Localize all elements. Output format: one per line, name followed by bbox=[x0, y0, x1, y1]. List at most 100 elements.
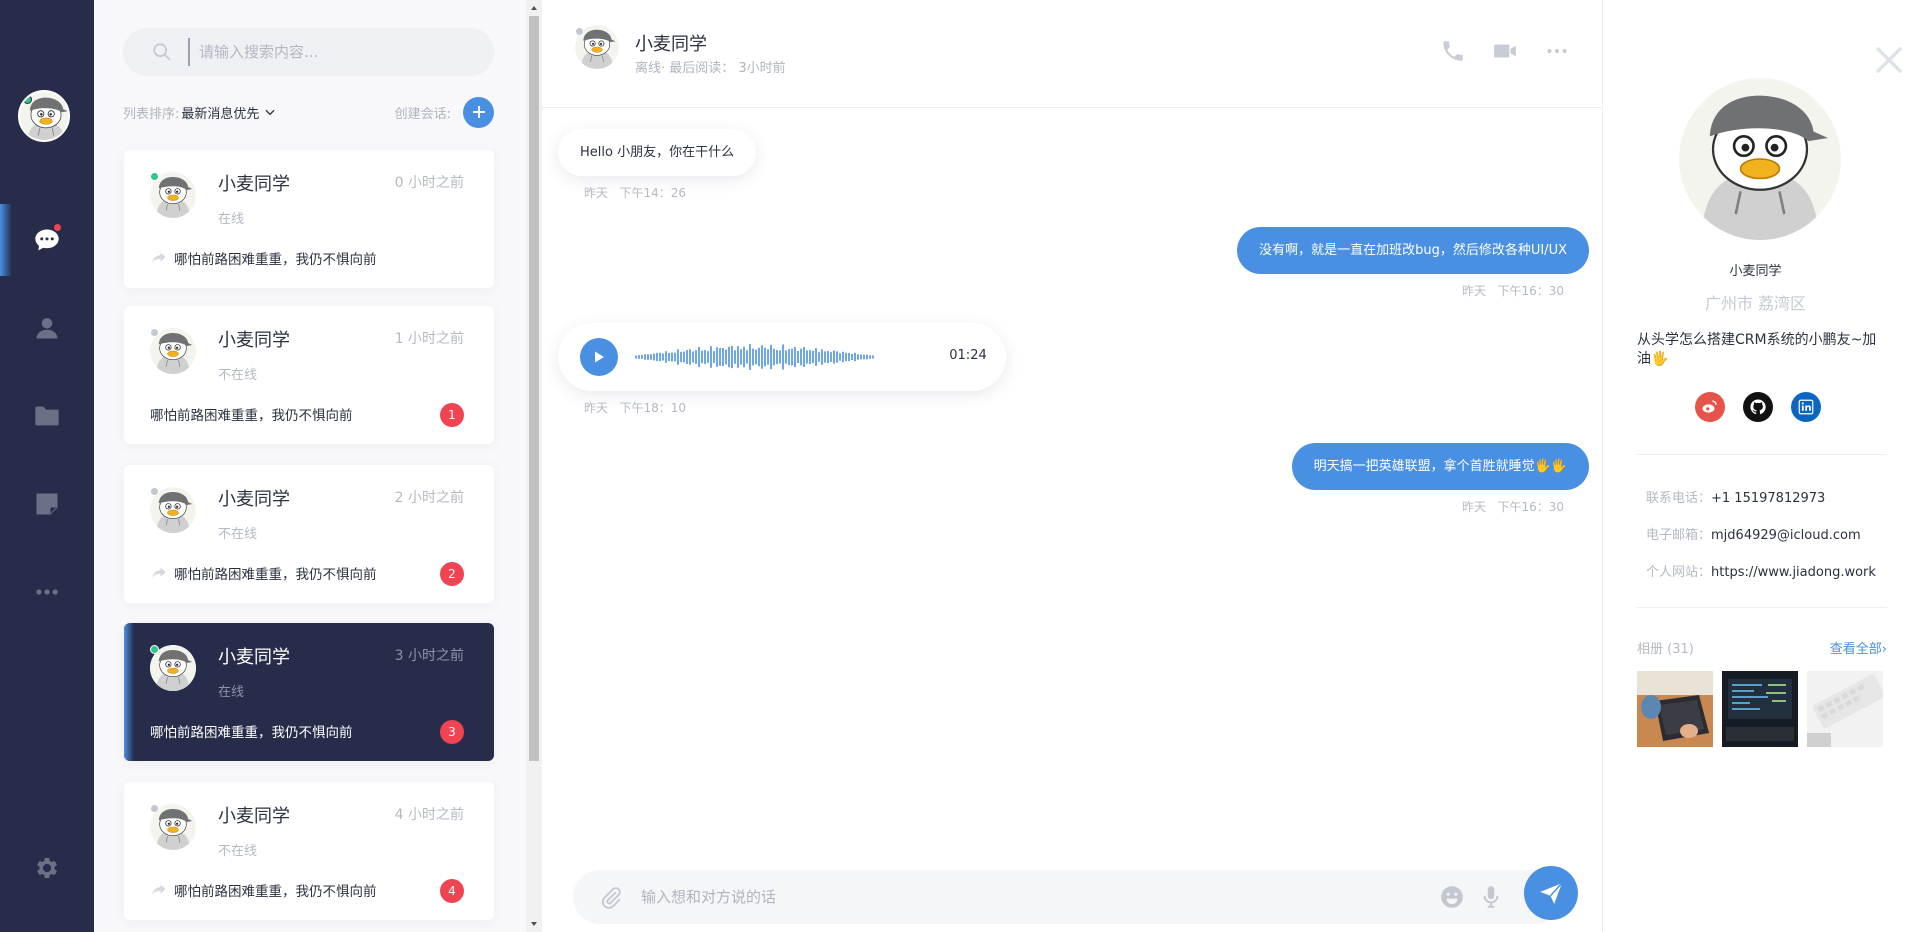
session-card[interactable]: 小麦同学 4 小时之前 不在线 哪怕前路困难重重，我仍不惧向前 4 bbox=[124, 782, 494, 920]
video-icon[interactable] bbox=[1492, 38, 1518, 64]
presence-indicator bbox=[150, 328, 159, 337]
album-photo[interactable] bbox=[1722, 671, 1798, 747]
presence-indicator bbox=[150, 645, 159, 654]
photo-monitor-image bbox=[1722, 671, 1798, 747]
nav-item-more[interactable] bbox=[0, 556, 94, 628]
chevron-down-icon[interactable] bbox=[263, 105, 277, 119]
phone-value[interactable]: +1 15197812973 bbox=[1711, 491, 1825, 506]
sort-dropdown[interactable]: 最新消息优先 bbox=[181, 103, 259, 122]
avatar-image bbox=[1679, 78, 1841, 240]
session-name: 小麦同学 bbox=[218, 330, 290, 351]
attachment-icon[interactable] bbox=[599, 886, 623, 910]
profile-panel: 小麦同学 广州市 荔湾区 从头学怎么搭建CRM系统的小鹏友~加油🖐 联系电话：+… bbox=[1603, 0, 1908, 932]
unread-badge: 1 bbox=[440, 403, 464, 427]
session-last-message: 哪怕前路困难重重，我仍不惧向前 bbox=[150, 880, 377, 900]
presence-indicator bbox=[150, 804, 159, 813]
session-last-message: 哪怕前路困难重重，我仍不惧向前 bbox=[150, 721, 353, 741]
more-icon[interactable] bbox=[1544, 38, 1570, 64]
folder-icon bbox=[35, 406, 59, 426]
album-thumbnails bbox=[1637, 671, 1883, 747]
session-time: 2 小时之前 bbox=[394, 490, 464, 506]
app-root: 列表排序: 最新消息优先 创建会话: 小麦同学 0 小时之前在线哪怕前路困难重重，… bbox=[0, 0, 1908, 932]
search-input[interactable] bbox=[199, 43, 459, 61]
emoji-icon[interactable] bbox=[1439, 884, 1465, 910]
session-last-message-text: 哪怕前路困难重重，我仍不惧向前 bbox=[150, 725, 353, 741]
session-card[interactable]: 小麦同学 2 小时之前 不在线 哪怕前路困难重重，我仍不惧向前 2 bbox=[124, 465, 494, 603]
more-icon bbox=[36, 589, 58, 595]
play-button[interactable] bbox=[580, 338, 618, 376]
send-button[interactable] bbox=[1524, 866, 1578, 920]
album-title: 相册 (31) bbox=[1637, 642, 1694, 657]
chat-header: 小麦同学 离线· 最后阅读： 3小时前 bbox=[542, 0, 1603, 108]
presence-indicator bbox=[150, 172, 159, 181]
chat-contact-status: 离线· 最后阅读： 3小时前 bbox=[635, 61, 786, 76]
session-status: 不在线 bbox=[218, 368, 258, 383]
unread-dot bbox=[54, 224, 61, 231]
message-day: 昨天 bbox=[584, 401, 609, 415]
plus-icon bbox=[472, 106, 485, 118]
voice-waveform bbox=[635, 344, 874, 370]
github-icon bbox=[1750, 399, 1766, 415]
message-time: 下午18：10 bbox=[619, 401, 687, 415]
session-status: 在线 bbox=[218, 212, 245, 227]
online-indicator bbox=[23, 95, 32, 104]
message-day: 昨天 bbox=[584, 186, 609, 200]
unread-badge: 4 bbox=[440, 879, 464, 903]
close-icon[interactable] bbox=[1873, 44, 1905, 76]
website-link[interactable]: https://www.jiadong.work bbox=[1711, 565, 1876, 580]
session-last-message-text: 哪怕前路困难重重，我仍不惧向前 bbox=[174, 884, 377, 900]
github-link[interactable] bbox=[1743, 392, 1773, 422]
message-bubble-outgoing[interactable]: 没有啊，就是一直在加班改bug，然后修改各种UI/UX bbox=[1237, 227, 1589, 274]
phone-icon[interactable] bbox=[1440, 38, 1466, 64]
album-view-all-link[interactable]: 查看全部› bbox=[1830, 638, 1887, 657]
message-input[interactable] bbox=[641, 885, 1401, 909]
session-card[interactable]: 小麦同学 3 小时之前 在线 哪怕前路困难重重，我仍不惧向前 3 bbox=[124, 623, 494, 761]
nav-item-files[interactable] bbox=[0, 380, 94, 452]
scroll-up-arrow-icon[interactable] bbox=[529, 3, 539, 13]
photo-keyboard-image bbox=[1807, 671, 1883, 747]
message-timestamp: 昨天 下午18：10 bbox=[584, 399, 686, 416]
session-card[interactable]: 小麦同学 1 小时之前 不在线 哪怕前路困难重重，我仍不惧向前 1 bbox=[124, 306, 494, 444]
session-last-message: 哪怕前路困难重重，我仍不惧向前 bbox=[150, 563, 377, 583]
nav-sidebar bbox=[0, 0, 94, 932]
message-timestamp: 昨天 下午14：26 bbox=[584, 184, 686, 201]
session-time: 0 小时之前 bbox=[394, 175, 464, 191]
album-photo[interactable] bbox=[1637, 671, 1713, 747]
profile-bio: 从头学怎么搭建CRM系统的小鹏友~加油🖐 bbox=[1637, 332, 1877, 367]
microphone-icon[interactable] bbox=[1478, 884, 1504, 910]
profile-website: 个人网站：https://www.jiadong.work bbox=[1646, 561, 1876, 580]
session-time: 4 小时之前 bbox=[394, 807, 464, 823]
forward-icon bbox=[152, 884, 166, 895]
linkedin-link[interactable] bbox=[1791, 392, 1821, 422]
email-value[interactable]: mjd64929@icloud.com bbox=[1711, 528, 1861, 543]
message-bubble-incoming[interactable]: Hello 小朋友，你在干什么 bbox=[558, 129, 757, 176]
album-photo[interactable] bbox=[1807, 671, 1883, 747]
message-day: 昨天 bbox=[1461, 500, 1486, 514]
nav-item-settings[interactable] bbox=[0, 832, 94, 904]
nav-item-notes[interactable] bbox=[0, 468, 94, 540]
search-icon[interactable] bbox=[151, 41, 173, 63]
note-icon bbox=[36, 493, 58, 515]
forward-icon bbox=[152, 252, 166, 263]
session-time: 1 小时之前 bbox=[394, 331, 464, 347]
create-session-button[interactable] bbox=[463, 96, 494, 128]
session-status: 不在线 bbox=[218, 527, 258, 542]
message-composer bbox=[573, 870, 1563, 924]
linkedin-icon bbox=[1798, 399, 1814, 415]
user-avatar[interactable] bbox=[18, 90, 70, 142]
session-card[interactable]: 小麦同学 0 小时之前 在线 哪怕前路困难重重，我仍不惧向前 bbox=[124, 150, 494, 288]
sort-label: 列表排序: bbox=[123, 106, 180, 122]
weibo-link[interactable] bbox=[1695, 392, 1725, 422]
nav-item-chat[interactable] bbox=[0, 204, 94, 276]
message-bubble-outgoing[interactable]: 明天搞一把英雄联盟，拿个首胜就睡觉🖐🖐 bbox=[1291, 443, 1589, 490]
scrollbar-thumb[interactable] bbox=[529, 16, 539, 761]
voice-message[interactable]: 01:24 bbox=[558, 323, 1006, 391]
session-status: 不在线 bbox=[218, 844, 258, 859]
unread-badge: 2 bbox=[440, 562, 464, 586]
scroll-down-arrow-icon[interactable] bbox=[529, 919, 539, 929]
divider bbox=[1637, 454, 1887, 455]
nav-item-contacts[interactable] bbox=[0, 292, 94, 364]
sort-row: 列表排序: 最新消息优先 创建会话: bbox=[123, 96, 494, 128]
weibo-icon bbox=[1702, 400, 1717, 413]
email-label: 电子邮箱： bbox=[1646, 528, 1712, 543]
